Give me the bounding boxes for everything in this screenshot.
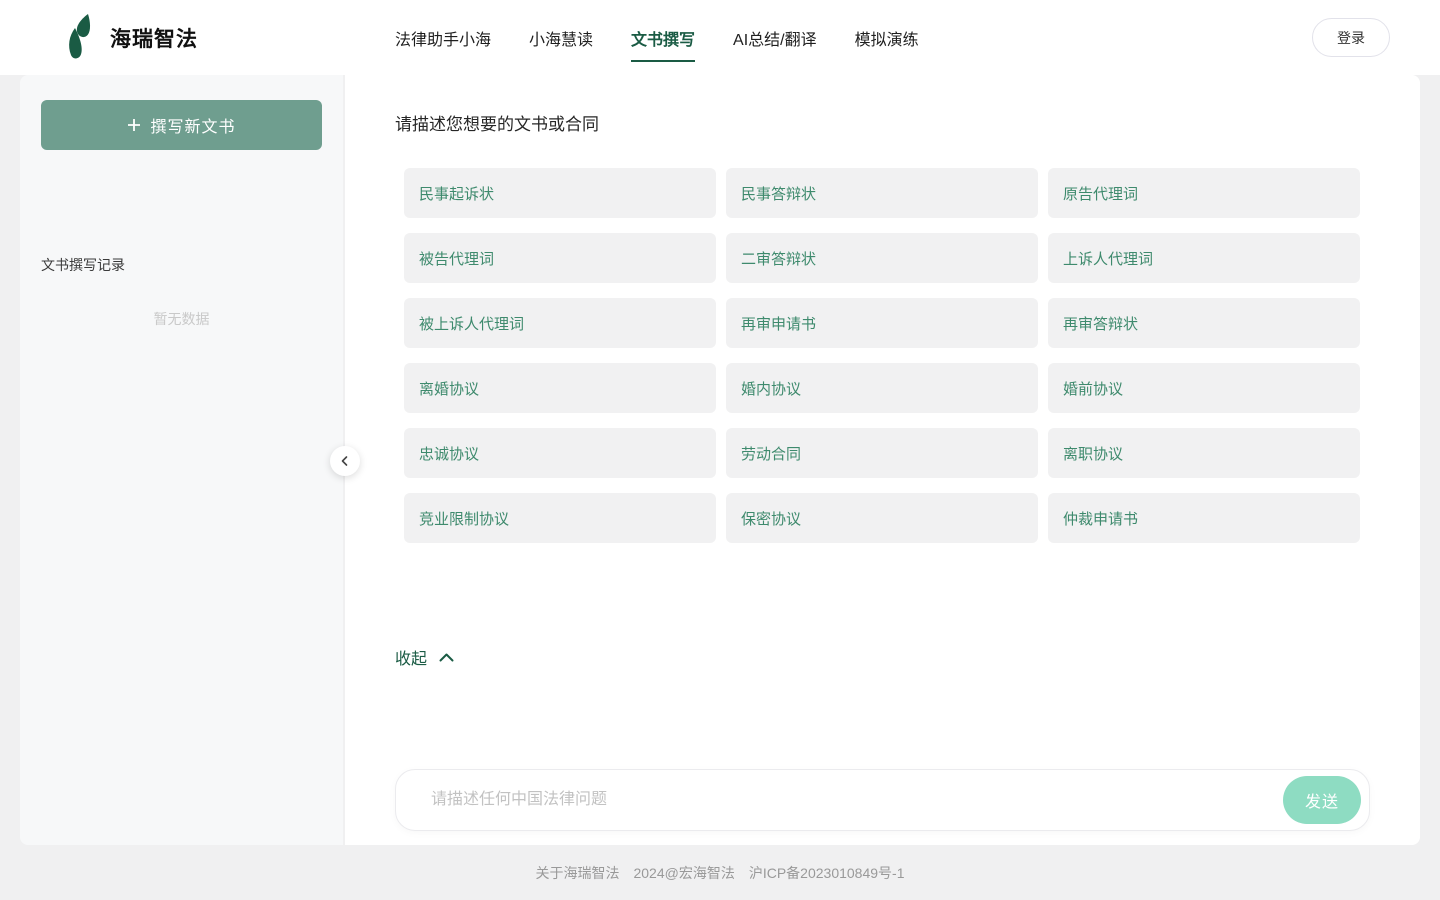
chevron-left-icon xyxy=(339,455,351,467)
doc-type-card[interactable]: 离婚协议 xyxy=(404,363,716,413)
sidebar: 撰写新文书 文书撰写记录 暂无数据 xyxy=(20,75,343,845)
doc-type-card[interactable]: 忠诚协议 xyxy=(404,428,716,478)
doc-type-card[interactable]: 民事答辩状 xyxy=(726,168,1038,218)
login-button[interactable]: 登录 xyxy=(1312,18,1390,57)
tab-legal-assistant[interactable]: 法律助手小海 xyxy=(395,22,491,62)
plus-icon xyxy=(127,118,141,132)
doc-type-card[interactable]: 被告代理词 xyxy=(404,233,716,283)
doc-type-card[interactable]: 上诉人代理词 xyxy=(1048,233,1360,283)
doc-type-card[interactable]: 离职协议 xyxy=(1048,428,1360,478)
doc-type-card[interactable]: 仲裁申请书 xyxy=(1048,493,1360,543)
doc-type-card[interactable]: 劳动合同 xyxy=(726,428,1038,478)
page-footer: 关于海瑞智法 2024@宏海智法 沪ICP备2023010849号-1 xyxy=(0,845,1440,900)
new-document-button-label: 撰写新文书 xyxy=(150,113,235,137)
tab-ai-summary-translate[interactable]: AI总结/翻译 xyxy=(733,22,817,62)
tab-xiaohai-reading[interactable]: 小海慧读 xyxy=(529,22,593,62)
sidebar-collapse-button[interactable] xyxy=(330,446,360,476)
footer-copyright: 2024@宏海智法 xyxy=(633,863,734,883)
doc-type-card[interactable]: 原告代理词 xyxy=(1048,168,1360,218)
tab-document-writing[interactable]: 文书撰写 xyxy=(631,22,695,62)
top-header: 海瑞智法 法律助手小海 小海慧读 文书撰写 AI总结/翻译 模拟演练 登录 xyxy=(0,0,1440,75)
footer-about-link[interactable]: 关于海瑞智法 xyxy=(535,863,619,883)
doc-type-card[interactable]: 婚前协议 xyxy=(1048,363,1360,413)
doc-type-card[interactable]: 民事起诉状 xyxy=(404,168,716,218)
doc-type-card[interactable]: 再审答辩状 xyxy=(1048,298,1360,348)
send-button[interactable]: 发送 xyxy=(1283,776,1361,824)
main-panel: 请描述您想要的文书或合同 民事起诉状 民事答辩状 原告代理词 被告代理词 二审答… xyxy=(345,75,1420,845)
main-nav: 法律助手小海 小海慧读 文书撰写 AI总结/翻译 模拟演练 xyxy=(395,0,919,75)
history-section-label: 文书撰写记录 xyxy=(41,255,125,275)
brand-name: 海瑞智法 xyxy=(110,23,198,53)
doc-type-card[interactable]: 婚内协议 xyxy=(726,363,1038,413)
doc-type-card[interactable]: 被上诉人代理词 xyxy=(404,298,716,348)
prompt-heading: 请描述您想要的文书或合同 xyxy=(395,110,599,135)
new-document-button[interactable]: 撰写新文书 xyxy=(41,100,322,150)
collapse-toggle[interactable]: 收起 xyxy=(395,645,454,669)
empty-state-text: 暂无数据 xyxy=(20,309,343,329)
brand-logo: 海瑞智法 xyxy=(64,0,198,75)
collapse-toggle-label: 收起 xyxy=(395,645,427,669)
chevron-up-icon xyxy=(439,653,454,662)
doc-type-card[interactable]: 保密协议 xyxy=(726,493,1038,543)
doc-type-card[interactable]: 再审申请书 xyxy=(726,298,1038,348)
brand-leaf-icon xyxy=(64,14,98,62)
tab-mock-practice[interactable]: 模拟演练 xyxy=(855,22,919,62)
footer-icp: 沪ICP备2023010849号-1 xyxy=(749,863,905,883)
doc-type-card[interactable]: 二审答辩状 xyxy=(726,233,1038,283)
question-input[interactable] xyxy=(396,770,1283,830)
doc-type-grid: 民事起诉状 民事答辩状 原告代理词 被告代理词 二审答辩状 上诉人代理词 被上诉… xyxy=(404,168,1361,543)
chat-input-bar: 发送 xyxy=(395,769,1370,831)
doc-type-card[interactable]: 竞业限制协议 xyxy=(404,493,716,543)
